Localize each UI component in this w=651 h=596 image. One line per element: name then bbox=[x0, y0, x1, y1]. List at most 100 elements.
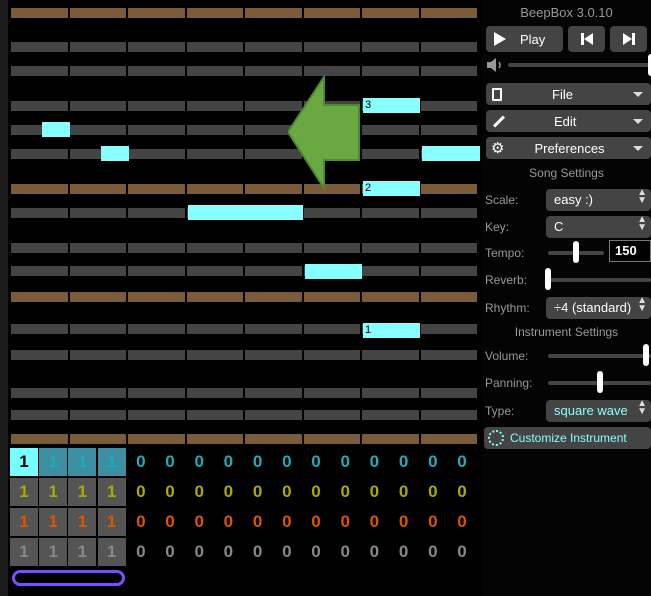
lane-cell[interactable] bbox=[186, 42, 243, 52]
pattern-cell[interactable]: 0 bbox=[244, 508, 272, 536]
pattern-cell[interactable]: 0 bbox=[273, 448, 301, 476]
lane-cell[interactable] bbox=[128, 410, 185, 420]
instrument-volume-thumb[interactable] bbox=[642, 344, 649, 366]
lane-cell[interactable] bbox=[128, 149, 185, 159]
lane-cell[interactable] bbox=[303, 410, 360, 420]
lane-cell[interactable] bbox=[128, 125, 185, 135]
pattern-cell[interactable]: 0 bbox=[360, 448, 388, 476]
pattern-cell[interactable]: 0 bbox=[360, 478, 388, 506]
lane-cell[interactable] bbox=[420, 292, 477, 302]
lane-cell[interactable] bbox=[69, 66, 126, 76]
lane-cell[interactable] bbox=[69, 101, 126, 111]
lane-cell[interactable] bbox=[420, 266, 477, 276]
lane-cell[interactable] bbox=[11, 208, 68, 218]
lane-cell[interactable] bbox=[186, 350, 243, 360]
note-block[interactable]: 2 bbox=[363, 181, 420, 196]
lane-cell[interactable] bbox=[303, 208, 360, 218]
play-button[interactable]: Play bbox=[486, 26, 563, 52]
pitch-lane[interactable] bbox=[10, 350, 480, 360]
note-block[interactable] bbox=[42, 122, 70, 137]
lane-cell[interactable] bbox=[303, 388, 360, 398]
edit-menu[interactable]: Edit bbox=[486, 110, 651, 132]
lane-cell[interactable] bbox=[128, 184, 185, 194]
lane-cell[interactable] bbox=[69, 292, 126, 302]
pattern-cell[interactable]: 0 bbox=[448, 448, 476, 476]
lane-cell[interactable] bbox=[420, 66, 477, 76]
lane-cell[interactable] bbox=[245, 350, 302, 360]
pattern-cell[interactable]: 0 bbox=[331, 508, 359, 536]
pattern-cell[interactable]: 0 bbox=[419, 448, 447, 476]
lane-cell[interactable] bbox=[69, 434, 126, 444]
lane-cell[interactable] bbox=[420, 101, 477, 111]
lane-cell[interactable] bbox=[69, 324, 126, 334]
pattern-cell[interactable]: 1 bbox=[10, 448, 38, 476]
lane-cell[interactable] bbox=[69, 125, 126, 135]
pattern-cell[interactable]: 1 bbox=[10, 538, 38, 566]
lane-cell[interactable] bbox=[245, 8, 302, 18]
pattern-cell[interactable]: 0 bbox=[244, 448, 272, 476]
pattern-cell[interactable]: 0 bbox=[302, 538, 330, 566]
pattern-cell[interactable]: 0 bbox=[360, 508, 388, 536]
pattern-cell[interactable]: 0 bbox=[214, 478, 242, 506]
lane-cell[interactable] bbox=[420, 125, 477, 135]
pattern-cell[interactable]: 1 bbox=[97, 478, 126, 506]
pitch-lane[interactable] bbox=[10, 66, 480, 76]
lane-cell[interactable] bbox=[420, 410, 477, 420]
lane-cell[interactable] bbox=[11, 388, 68, 398]
lane-cell[interactable] bbox=[128, 292, 185, 302]
master-volume-track[interactable] bbox=[508, 63, 651, 67]
pattern-cell[interactable]: 0 bbox=[419, 508, 447, 536]
lane-cell[interactable] bbox=[11, 101, 68, 111]
lane-cell[interactable] bbox=[11, 434, 68, 444]
lane-cell[interactable] bbox=[362, 350, 419, 360]
lane-cell[interactable] bbox=[128, 208, 185, 218]
pattern-cell[interactable]: 1 bbox=[97, 448, 126, 476]
pattern-cell[interactable]: 0 bbox=[302, 448, 330, 476]
lane-cell[interactable] bbox=[362, 149, 419, 159]
pitch-lane[interactable] bbox=[10, 149, 480, 159]
lane-cell[interactable] bbox=[362, 42, 419, 52]
pattern-cell[interactable]: 0 bbox=[448, 478, 476, 506]
pattern-cell[interactable]: 0 bbox=[185, 478, 213, 506]
lane-cell[interactable] bbox=[420, 8, 477, 18]
scale-select[interactable]: easy :) ▲ ▼ bbox=[546, 188, 651, 211]
pattern-cell[interactable]: 0 bbox=[331, 478, 359, 506]
lane-cell[interactable] bbox=[186, 243, 243, 253]
pattern-cell[interactable]: 1 bbox=[10, 478, 38, 506]
pattern-cell[interactable]: 1 bbox=[97, 508, 126, 536]
lane-cell[interactable] bbox=[11, 8, 68, 18]
lane-cell[interactable] bbox=[303, 42, 360, 52]
lane-cell[interactable] bbox=[362, 410, 419, 420]
pattern-cell[interactable]: 1 bbox=[39, 538, 68, 566]
lane-cell[interactable] bbox=[11, 149, 68, 159]
pattern-cell[interactable]: 0 bbox=[302, 508, 330, 536]
lane-cell[interactable] bbox=[11, 350, 68, 360]
rhythm-select[interactable]: ÷4 (standard) ▲ ▼ bbox=[546, 296, 651, 319]
lane-cell[interactable] bbox=[362, 8, 419, 18]
pattern-cell[interactable]: 0 bbox=[127, 448, 155, 476]
lane-cell[interactable] bbox=[186, 8, 243, 18]
pattern-cell[interactable]: 0 bbox=[448, 538, 476, 566]
pattern-cell[interactable]: 0 bbox=[214, 508, 242, 536]
next-bar-button[interactable] bbox=[610, 26, 647, 52]
lane-cell[interactable] bbox=[69, 184, 126, 194]
pattern-cell[interactable]: 0 bbox=[360, 538, 388, 566]
lane-cell[interactable] bbox=[186, 125, 243, 135]
pattern-cell[interactable]: 0 bbox=[156, 478, 184, 506]
lane-cell[interactable] bbox=[186, 149, 243, 159]
lane-cell[interactable] bbox=[69, 42, 126, 52]
lane-cell[interactable] bbox=[245, 324, 302, 334]
panning-thumb[interactable] bbox=[596, 371, 603, 393]
pattern-cell[interactable]: 1 bbox=[68, 448, 97, 476]
preferences-menu[interactable]: ⚙ Preferences bbox=[486, 137, 651, 159]
pattern-cell[interactable]: 0 bbox=[156, 508, 184, 536]
pitch-lane[interactable] bbox=[10, 8, 480, 18]
lane-cell[interactable] bbox=[11, 324, 68, 334]
pattern-cell[interactable]: 1 bbox=[68, 478, 97, 506]
pitch-lane[interactable] bbox=[10, 243, 480, 253]
lane-cell[interactable] bbox=[303, 8, 360, 18]
note-block[interactable]: 3 bbox=[363, 98, 420, 113]
pattern-cell[interactable]: 1 bbox=[39, 448, 68, 476]
pitch-lane[interactable] bbox=[10, 266, 480, 276]
pattern-cell[interactable]: 0 bbox=[273, 478, 301, 506]
